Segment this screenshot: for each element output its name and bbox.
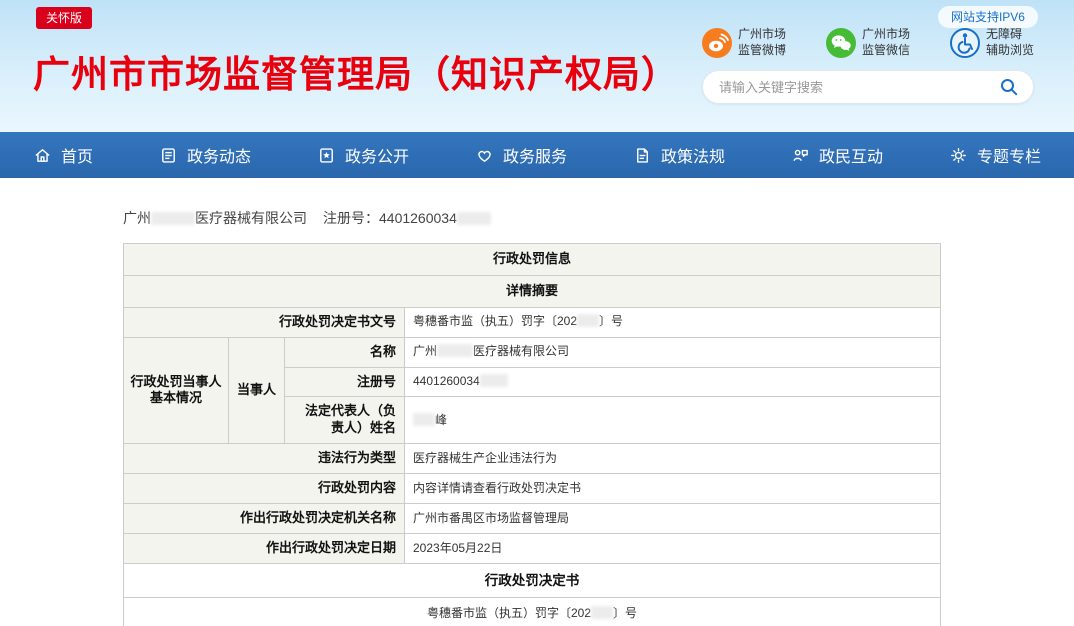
doc-star-icon: [317, 146, 336, 165]
wechat-link[interactable]: 广州市场 监管微信: [826, 27, 910, 58]
table-row: 行政处罚内容 内容详情请查看行政处罚决定书: [124, 474, 941, 504]
doc-no-value: 粤穗番市监（执五）罚字〔202〕号: [405, 307, 941, 337]
site-title: 广州市市场监督管理局（知识产权局）: [33, 44, 679, 98]
redacted-text: [413, 413, 435, 426]
table-title: 行政处罚信息: [124, 244, 941, 276]
penalty-content-value: 内容详情请查看行政处罚决定书: [405, 474, 941, 504]
penalty-content-label: 行政处罚内容: [124, 474, 405, 504]
policy-doc-icon: [633, 146, 652, 165]
weibo-link-label: 广州市场 监管微博: [738, 27, 786, 58]
nav-item-label: 政策法规: [661, 143, 725, 167]
legal-rep-label: 法定代表人（负责人）姓名: [285, 397, 405, 444]
nav-item-label: 政务动态: [187, 143, 251, 167]
authority-label: 作出行政处罚决定机关名称: [124, 504, 405, 534]
nav-item-home[interactable]: 首页: [21, 132, 105, 178]
wechat-icon: [826, 28, 856, 58]
site-header: 关怀版 网站支持IPV6 广州市市场监督管理局（知识产权局） 广州市场: [0, 0, 1074, 132]
legal-rep-value: 峰: [405, 397, 941, 444]
page: 关怀版 网站支持IPV6 广州市市场监督管理局（知识产权局） 广州市场: [0, 0, 1074, 626]
accessibility-icon: [950, 28, 980, 58]
home-icon: [33, 146, 52, 165]
weibo-icon: [702, 28, 732, 58]
table-row: 作出行政处罚决定机关名称 广州市番禺区市场监督管理局: [124, 504, 941, 534]
accessibility-link[interactable]: 无障碍 辅助浏览: [950, 27, 1034, 58]
nav-item-label: 政民互动: [819, 143, 883, 167]
redacted-text: [480, 374, 508, 387]
doc-no-label: 行政处罚决定书文号: [124, 307, 405, 337]
summary-section-title: 详情摘要: [124, 275, 941, 307]
violation-type-value: 医疗器械生产企业违法行为: [405, 444, 941, 474]
nav-item-services[interactable]: 政务服务: [463, 132, 579, 178]
name-label: 名称: [285, 337, 405, 367]
weibo-link[interactable]: 广州市场 监管微博: [702, 27, 786, 58]
reg-no-value: 4401260034: [405, 367, 941, 397]
care-mode-badge[interactable]: 关怀版: [36, 7, 92, 29]
party-group-label: 行政处罚当事人基本情况: [124, 337, 229, 444]
redacted-text: [577, 314, 599, 327]
name-value: 广州医疗器械有限公司: [405, 337, 941, 367]
table-row: 行政处罚信息: [124, 244, 941, 276]
penalty-info-table: 行政处罚信息 详情摘要 行政处罚决定书文号 粤穗番市监（执五）罚字〔202〕号 …: [123, 243, 941, 626]
redacted-text: [437, 344, 473, 357]
main-nav: 首页 政务动态 政务公开: [0, 132, 1074, 178]
table-row: 行政处罚决定书文号 粤穗番市监（执五）罚字〔202〕号: [124, 307, 941, 337]
main-content: 广州医疗器械有限公司注册号：4401260034 行政处罚信息 详情摘要 行政处…: [123, 208, 941, 626]
ipv6-badge[interactable]: 网站支持IPV6: [938, 6, 1038, 28]
nav-item-interaction[interactable]: 政民互动: [779, 132, 895, 178]
nav-item-label: 政务公开: [345, 143, 409, 167]
party-label: 当事人: [229, 337, 285, 444]
search-icon[interactable]: [999, 77, 1019, 97]
redacted-text: [591, 606, 613, 619]
decision-doc-title: 行政处罚决定书: [124, 563, 941, 598]
quick-links: 广州市场 监管微博: [702, 27, 1034, 58]
table-row: 详情摘要: [124, 275, 941, 307]
header-right: 广州市场 监管微博: [702, 27, 1034, 104]
registration-number: 注册号：4401260034: [323, 210, 491, 226]
table-row: 作出行政处罚决定日期 2023年05月22日: [124, 533, 941, 563]
accessibility-link-label: 无障碍 辅助浏览: [986, 27, 1034, 58]
table-row: 违法行为类型 医疗器械生产企业违法行为: [124, 444, 941, 474]
authority-value: 广州市番禺区市场监督管理局: [405, 504, 941, 534]
reg-no-label: 注册号: [285, 367, 405, 397]
news-doc-icon: [159, 146, 178, 165]
table-row: 行政处罚当事人基本情况 当事人 名称 广州医疗器械有限公司: [124, 337, 941, 367]
search-box: [702, 70, 1034, 104]
table-row: 粤穗番市监（执五）罚字〔202〕号 罚款200500元: [124, 598, 941, 626]
nav-item-special[interactable]: 专题专栏: [937, 132, 1053, 178]
decision-date-value: 2023年05月22日: [405, 533, 941, 563]
decision-doc-body: 粤穗番市监（执五）罚字〔202〕号 罚款200500元: [124, 598, 941, 626]
redacted-text: [151, 212, 195, 225]
redacted-text: [457, 212, 491, 225]
nav-item-label: 政务服务: [503, 143, 567, 167]
company-summary-line: 广州医疗器械有限公司注册号：4401260034: [123, 208, 941, 228]
company-name: 广州医疗器械有限公司: [123, 210, 307, 226]
nav-item-label: 专题专栏: [977, 143, 1041, 167]
nav-item-disclosure[interactable]: 政务公开: [305, 132, 421, 178]
wechat-link-label: 广州市场 监管微信: [862, 27, 910, 58]
decision-doc-number: 粤穗番市监（执五）罚字〔202〕号: [126, 606, 938, 622]
interaction-icon: [791, 146, 810, 165]
nav-item-label: 首页: [61, 143, 93, 167]
search-input[interactable]: [717, 79, 999, 96]
heart-icon: [475, 146, 494, 165]
nav-item-policies[interactable]: 政策法规: [621, 132, 737, 178]
gear-badge-icon: [949, 146, 968, 165]
violation-type-label: 违法行为类型: [124, 444, 405, 474]
decision-date-label: 作出行政处罚决定日期: [124, 533, 405, 563]
table-row: 行政处罚决定书: [124, 563, 941, 598]
nav-item-news[interactable]: 政务动态: [147, 132, 263, 178]
